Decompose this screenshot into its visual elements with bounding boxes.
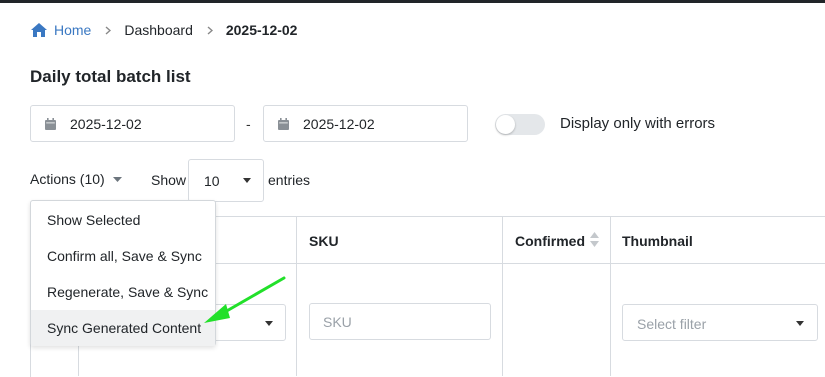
actions-dropdown-button[interactable]: Actions (10): [30, 171, 122, 187]
column-filter-select[interactable]: [205, 304, 286, 341]
breadcrumb: Home Dashboard 2025-12-02: [31, 20, 297, 40]
sku-filter-input[interactable]: [309, 303, 491, 340]
chevron-right-icon: [207, 25, 213, 35]
home-icon: [31, 23, 47, 37]
menu-item-confirm-all-save-sync[interactable]: Confirm all, Save & Sync: [31, 238, 215, 274]
caret-down-icon: [265, 321, 273, 326]
date-to-input[interactable]: 2025-12-02: [263, 105, 468, 142]
column-divider: [296, 216, 297, 376]
date-range-separator: -: [246, 116, 251, 132]
breadcrumb-home-link[interactable]: Home: [31, 22, 91, 38]
column-divider: [610, 216, 611, 376]
column-header-sku[interactable]: SKU: [309, 233, 339, 249]
calendar-icon: [45, 117, 56, 130]
actions-label: Actions (10): [30, 171, 105, 187]
date-from-value: 2025-12-02: [70, 115, 142, 132]
caret-down-icon: [243, 178, 251, 183]
date-from-input[interactable]: 2025-12-02: [30, 105, 235, 142]
thumbnail-filter-placeholder: Select filter: [637, 316, 707, 332]
actions-menu: Show Selected Confirm all, Save & Sync R…: [30, 200, 216, 346]
menu-item-regenerate-save-sync[interactable]: Regenerate, Save & Sync: [31, 274, 215, 310]
sort-icon[interactable]: [590, 232, 599, 247]
menu-item-show-selected[interactable]: Show Selected: [31, 202, 215, 238]
caret-down-icon: [796, 321, 804, 326]
menu-item-sync-generated-content[interactable]: Sync Generated Content: [31, 310, 215, 346]
column-header-confirmed[interactable]: Confirmed: [515, 233, 585, 249]
column-header-thumbnail[interactable]: Thumbnail: [622, 233, 693, 249]
entries-value: 10: [204, 173, 220, 189]
page-title: Daily total batch list: [30, 67, 191, 86]
entries-select[interactable]: 10: [188, 159, 264, 202]
entries-label: entries: [268, 172, 311, 188]
show-label: Show: [151, 172, 187, 188]
caret-down-icon: [112, 176, 122, 182]
thumbnail-filter-select[interactable]: Select filter: [622, 304, 818, 341]
errors-only-label: Display only with errors: [560, 115, 716, 132]
chevron-right-icon: [105, 25, 112, 35]
calendar-icon: [278, 117, 289, 130]
errors-only-toggle[interactable]: [495, 114, 545, 135]
top-bar: [0, 0, 825, 3]
toggle-knob: [496, 115, 515, 134]
date-to-value: 2025-12-02: [303, 115, 375, 132]
column-divider: [502, 216, 503, 376]
breadcrumb-current: 2025-12-02: [225, 22, 298, 38]
breadcrumb-home-label: Home: [54, 22, 92, 38]
breadcrumb-dashboard-link[interactable]: Dashboard: [124, 22, 193, 38]
